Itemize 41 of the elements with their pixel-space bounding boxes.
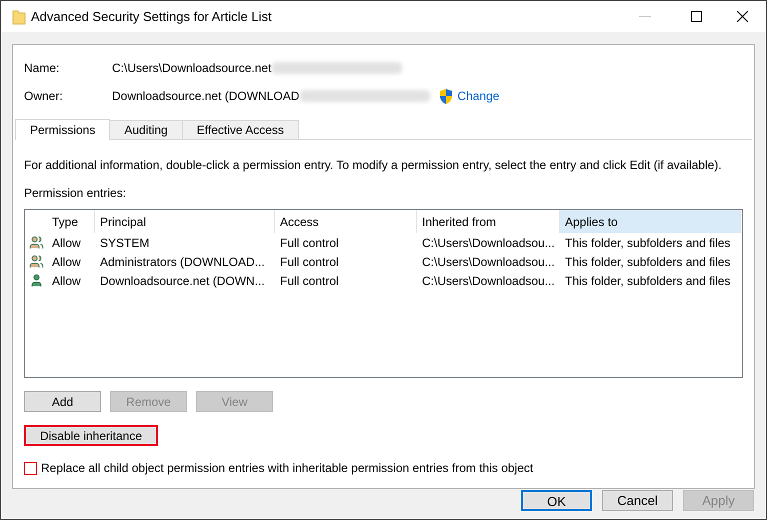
users-icon — [28, 235, 44, 250]
users-icon — [28, 254, 44, 269]
folder-icon — [12, 8, 26, 24]
dialog-button[interactable]: OK — [521, 490, 592, 511]
owner-label: Owner: — [24, 88, 64, 105]
owner-value: Downloadsource.net (DOWNLOAD — [112, 88, 300, 105]
maximize-icon[interactable] — [691, 11, 702, 22]
change-link[interactable]: Change — [457, 87, 500, 105]
table-cell: Downloadsource.net (DOWN... — [100, 274, 265, 288]
shield-icon — [438, 88, 454, 104]
table-cell: This folder, subfolders and files — [565, 236, 730, 250]
name-value: C:\Users\Downloadsource.net — [112, 60, 272, 77]
info-text: For additional information, double-click a permission entry. To modify a permission entry, select the entry and click Edit (if available). — [24, 157, 723, 174]
checkbox[interactable] — [24, 462, 37, 474]
tab[interactable]: Permissions — [15, 119, 110, 140]
name-label: Name: — [24, 60, 60, 77]
table-cell: Full control — [280, 274, 339, 288]
close-icon[interactable] — [737, 11, 748, 22]
table-cell: Full control — [280, 254, 339, 268]
table-cell: C:\Users\Downloadsou... — [422, 236, 555, 250]
table-cell: This folder, subfolders and files — [565, 254, 730, 268]
list-button[interactable]: Add — [24, 391, 101, 412]
checkbox-row[interactable]: Replace all child object permission entries with inheritable permission entries from this object — [24, 459, 743, 477]
table-cell: Allow — [52, 236, 81, 250]
table-cell: Allow — [52, 274, 81, 288]
tab[interactable]: Auditing — [109, 120, 183, 139]
entries-label: Permission entries: — [24, 185, 128, 202]
table-cell: C:\Users\Downloadsou... — [422, 274, 555, 288]
table-cell: C:\Users\Downloadsou... — [422, 254, 555, 268]
checkbox-label: Replace all child object permission entries with inheritable permission entries from this object — [41, 460, 534, 477]
table-cell: Allow — [52, 254, 81, 268]
table-cell: SYSTEM — [100, 236, 150, 250]
disable-inheritance-button[interactable]: Disable inheritance — [24, 425, 158, 446]
window-title: Advanced Security Settings for Article List — [31, 8, 272, 26]
column-header[interactable]: Applies to — [560, 210, 741, 233]
dialog-button[interactable]: Cancel — [602, 490, 673, 511]
tab[interactable]: Effective Access — [182, 120, 299, 139]
user-icon — [28, 273, 44, 288]
table-cell: This folder, subfolders and files — [565, 274, 730, 288]
table-cell: Full control — [280, 236, 339, 250]
table-cell: Administrators (DOWNLOAD... — [100, 254, 265, 268]
